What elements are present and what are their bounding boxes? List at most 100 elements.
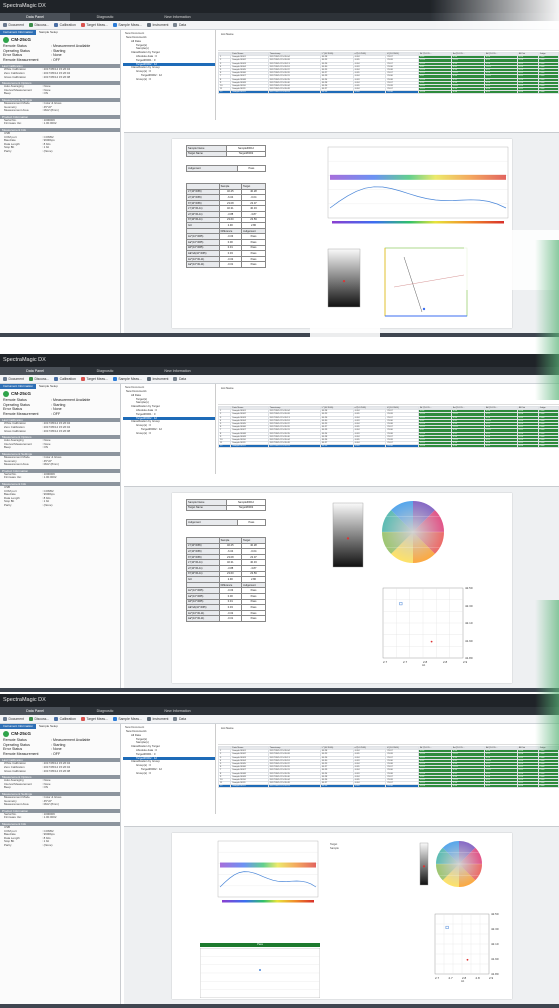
target-meas-label: Target Meas...: [86, 377, 108, 381]
discussion-button[interactable]: Discuss...: [28, 23, 49, 27]
scatter-plot: [382, 587, 464, 659]
y-tick-label: 42.30: [491, 927, 499, 931]
sample-meas-icon: [112, 717, 117, 721]
target-meas-button[interactable]: Target Meas...: [80, 23, 108, 27]
tab-new-information[interactable]: New Information: [140, 13, 215, 21]
x-tick-label: 2.8: [443, 660, 448, 664]
list-name: List Name: [218, 385, 559, 405]
table-cell: 12: [218, 90, 232, 95]
pass-banner: Pass: [200, 943, 320, 947]
document-button[interactable]: Document: [3, 377, 24, 381]
instrument-button[interactable]: Instrument: [146, 23, 168, 27]
panel-tab-1[interactable]: Sample Setup: [36, 724, 61, 729]
setting-key: Gloss Calibration: [4, 428, 27, 433]
panel-tab-0[interactable]: Instrument Information: [0, 724, 37, 729]
discussion-label: Discuss...: [34, 377, 50, 381]
tab-diagnostic[interactable]: Diagnostic: [70, 13, 140, 21]
setting-value: : ON: [42, 785, 48, 790]
setting-value: : 2017/05/14 15:26:08: [42, 768, 71, 773]
instrument-label: Instrument: [152, 717, 169, 721]
x-tick-label: 2.9: [463, 660, 468, 664]
status-row: Remote Measurement: OFF: [0, 752, 120, 757]
tab-diagnostic[interactable]: Diagnostic: [70, 707, 140, 715]
setting-row: Firmware Ver.: 1.00.0002: [0, 476, 120, 480]
sample-marker: [430, 640, 433, 643]
tree-node[interactable]: Group(s) : 0: [123, 771, 215, 776]
status-bar: [0, 1004, 559, 1008]
table-cell: 23.08: [385, 90, 419, 95]
instrument-button[interactable]: Instrument: [146, 377, 168, 381]
instrument-button[interactable]: Instrument: [146, 717, 169, 721]
name-table: Sample Name Sample#0012 Target Name Target#…: [186, 499, 267, 512]
target-meas-button[interactable]: Target Meas...: [80, 377, 108, 381]
tab-diagnostic[interactable]: Diagnostic: [70, 367, 140, 375]
setting-row: Measurement Area: MAV (8mm): [0, 463, 120, 467]
table-cell: 12: [218, 784, 232, 789]
calibration-button[interactable]: Calibration: [54, 717, 76, 721]
target-meas-button[interactable]: Target Meas...: [80, 717, 108, 721]
table-row[interactable]: 12 Sample#0012 2017/05/14 15:26:53 40.25 -6.…: [218, 444, 559, 449]
tab-new-information[interactable]: New Information: [140, 367, 215, 375]
setting-key: Parity: [4, 502, 12, 507]
report-viewer: Target Sample 42.50 42.30 42.10 41.90 41.80 2.7…: [124, 826, 559, 1008]
calibration-button[interactable]: Calibration: [54, 377, 76, 381]
status-value: : OFF: [51, 411, 61, 416]
sample-meas-button[interactable]: Sample Meas...: [112, 717, 142, 721]
connected-icon: [3, 36, 9, 43]
tree-node[interactable]: Group(s) : 0: [123, 77, 215, 82]
scatter-plot: [434, 913, 490, 975]
panel-tab-1[interactable]: Sample Setup: [36, 30, 61, 35]
fade-overlay: [430, 0, 559, 40]
tree-node[interactable]: Group(s) : 0: [123, 431, 215, 436]
table-row[interactable]: 12 Sample#0012 2017/05/14 15:26:53 40.25 -6.…: [218, 784, 559, 789]
instrument-label: CM-25cG: [11, 391, 31, 396]
document-button[interactable]: Document: [3, 23, 24, 27]
panel-tab-1[interactable]: Sample Setup: [36, 384, 61, 389]
table-cell: -6.04: [352, 784, 387, 789]
connected-icon: [3, 730, 9, 737]
data-button[interactable]: Data: [173, 23, 186, 27]
setting-value: : (None): [42, 842, 53, 847]
data-button[interactable]: Data: [173, 377, 186, 381]
toolbar: Document Discuss... Calibration Target Meas…: [0, 375, 559, 384]
calibration-button[interactable]: Calibration: [54, 23, 76, 27]
tab-new-information[interactable]: New Information: [140, 707, 215, 715]
setting-row: Parity : (None): [0, 148, 120, 154]
judgement-label: Judgement: [186, 165, 238, 172]
discussion-button[interactable]: Discuss...: [28, 717, 49, 721]
data-button[interactable]: Data: [173, 717, 186, 721]
panel-tab-0[interactable]: Instrument Information: [0, 384, 37, 389]
setting-key: Firmware Ver.: [4, 815, 22, 820]
lightness-bar: [419, 842, 429, 886]
tab-data-panel[interactable]: Data Panel: [0, 13, 70, 21]
data-label: Data: [178, 377, 187, 381]
setting-value: : (None): [42, 148, 53, 153]
discussion-icon: [28, 23, 33, 27]
judgement-row: Judgement Pass: [186, 165, 267, 172]
setting-key: Beep: [4, 785, 11, 790]
tab-data-panel[interactable]: Data Panel: [0, 367, 70, 375]
tab-data-panel[interactable]: Data Panel: [0, 707, 70, 715]
table-cell: 0.01: [483, 90, 518, 95]
panel-tab-0[interactable]: Instrument Information: [0, 30, 37, 35]
setting-key: Measurement Area: [4, 108, 29, 113]
data-table: Data Name Timestamp L*(10°/D65) a*(10°/D65)…: [218, 52, 559, 95]
document-button[interactable]: Document: [3, 717, 24, 721]
discussion-button[interactable]: Discuss...: [28, 377, 50, 381]
sample-meas-button[interactable]: Sample Meas...: [112, 377, 142, 381]
document-icon: [3, 377, 7, 381]
setting-key: Parity: [4, 148, 12, 153]
status-row: Remote Measurement: OFF: [0, 58, 120, 63]
chart-legend: Target Sample: [330, 843, 339, 851]
setting-row: Firmware Ver.: 1.00.0002: [0, 122, 120, 126]
status-bar: [0, 688, 559, 692]
table-cell: 40.25: [319, 784, 354, 789]
plot-frame: [384, 247, 468, 317]
instrument-panel: Instrument Information Sample Setup CM-25c…: [0, 30, 121, 337]
sample-meas-button[interactable]: Sample Meas...: [112, 23, 142, 27]
table-cell: -6.04: [352, 90, 387, 95]
table-row[interactable]: 12 Sample#0012 2017/05/14 15:26:53 40.25 -6.…: [218, 90, 559, 95]
table-cell: Sample#0012: [230, 784, 269, 789]
x-tick-label: 2.8: [475, 976, 480, 980]
document-label: Document: [8, 717, 24, 721]
